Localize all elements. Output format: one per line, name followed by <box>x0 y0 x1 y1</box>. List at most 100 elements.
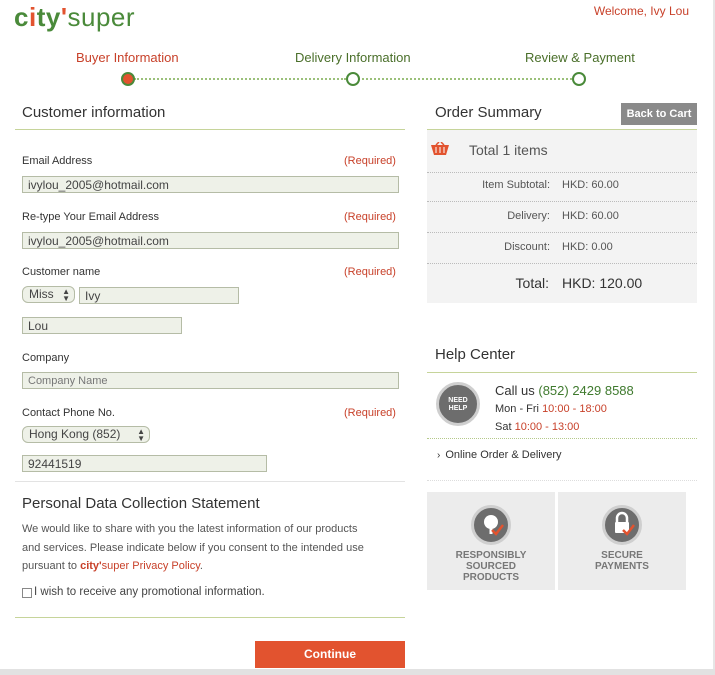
phone-country-select[interactable]: Hong Kong (852) ▲ ▼ <box>22 426 150 443</box>
total-items-suffix: items <box>510 142 548 158</box>
phone-number-field[interactable]: 92441519 <box>22 455 267 472</box>
dotted-divider <box>427 480 697 481</box>
contact-phone-label: Contact Phone No. <box>22 407 115 419</box>
dotted-divider <box>427 438 697 439</box>
customer-name-label: Customer name <box>22 266 101 278</box>
need-help-icon: NEED HELP <box>436 382 480 426</box>
company-field[interactable]: Company Name <box>22 372 399 389</box>
saturday-label: Sat <box>495 421 515 433</box>
salutation-select[interactable]: Miss ▲ ▼ <box>22 286 75 303</box>
dotted-divider <box>427 232 697 233</box>
logo-ty: ty <box>36 2 61 32</box>
salutation-value: Miss <box>29 287 54 301</box>
company-label: Company <box>22 352 70 364</box>
need-help-line: HELP <box>448 405 468 412</box>
feature-responsibly-sourced[interactable]: RESPONSIBLY SOURCED PRODUCTS <box>427 492 555 590</box>
saturday-hours-value: 10:00 - 13:00 <box>514 421 580 433</box>
logo-i: i <box>28 2 37 32</box>
first-name-field[interactable]: Ivy <box>79 287 239 304</box>
dotted-divider <box>427 172 697 173</box>
step-dot-current <box>121 72 135 86</box>
required-marker: (Required) <box>344 155 396 167</box>
feature-caption-line: PRODUCTS <box>462 572 520 583</box>
divider <box>427 372 697 373</box>
weekday-hours: Mon - Fri 10:00 - 18:00 <box>495 403 607 415</box>
saturday-hours: Sat 10:00 - 13:00 <box>495 421 579 433</box>
step-dot <box>346 72 360 86</box>
pdc-line-end: . <box>199 560 203 572</box>
weekday-label: Mon - Fri <box>495 403 543 415</box>
bottom-bar <box>0 669 715 675</box>
call-us-number[interactable]: (852) 2429 8588 <box>538 383 633 398</box>
email-field[interactable]: ivylou_2005@hotmail.com <box>22 176 399 193</box>
item-subtotal-label: Item Subtotal: <box>482 179 550 191</box>
basket-icon <box>431 142 449 155</box>
promo-checkbox-label[interactable]: I wish to receive any promotional inform… <box>34 586 265 598</box>
need-help-badge: NEED HELP <box>439 385 477 423</box>
phone-country-value: Hong Kong (852) <box>29 427 121 441</box>
privacy-policy-text[interactable]: Privacy Policy <box>129 560 200 572</box>
continue-button[interactable]: Continue <box>255 641 405 668</box>
feature-caption-line: SOURCED <box>465 561 516 572</box>
divider <box>15 129 405 130</box>
pdc-line-prefix: pursuant to <box>22 560 81 572</box>
brand-city: city' <box>80 560 102 572</box>
feature-secure-payments[interactable]: SECURE PAYMENTS <box>558 492 686 590</box>
required-marker: (Required) <box>344 266 396 278</box>
online-order-delivery-link[interactable]: › Online Order & Delivery <box>437 449 562 461</box>
required-marker: (Required) <box>344 211 396 223</box>
pdc-line: and services. Please indicate below if y… <box>22 541 364 554</box>
call-us: Call us (852) 2429 8588 <box>495 383 634 398</box>
step-delivery-information: Delivery Information <box>295 50 411 65</box>
weekday-hours-value: 10:00 - 18:00 <box>542 403 607 415</box>
email-label: Email Address <box>22 155 93 167</box>
step-dot <box>572 72 586 86</box>
pdc-statement: We would like to share with you the late… <box>22 520 392 576</box>
back-to-cart-button[interactable]: Back to Cart <box>621 103 697 125</box>
lock-icon <box>602 505 642 545</box>
logo-super: super <box>67 2 136 32</box>
pdc-line: We would like to share with you the late… <box>22 523 358 535</box>
required-marker: (Required) <box>344 407 396 419</box>
step-connector <box>134 78 346 80</box>
promo-checkbox[interactable] <box>22 588 32 598</box>
tree-icon <box>471 505 511 545</box>
customer-info-title: Customer information <box>22 104 166 121</box>
divider <box>15 481 405 482</box>
privacy-policy-link[interactable]: city'super <box>80 560 129 572</box>
select-arrows-icon: ▲ ▼ <box>137 427 145 443</box>
step-buyer-information: Buyer Information <box>76 50 179 65</box>
brand-super: super <box>101 560 130 572</box>
dotted-divider <box>427 201 697 202</box>
retype-email-field[interactable]: ivylou_2005@hotmail.com <box>22 232 399 249</box>
help-center-title: Help Center <box>435 346 516 363</box>
logo-apostrophe: ' <box>60 2 68 32</box>
retype-email-label: Re-type Your Email Address <box>22 211 159 223</box>
call-us-label: Call us <box>495 383 539 398</box>
select-arrows-icon: ▲ ▼ <box>62 287 70 303</box>
discount-value: HKD: 0.00 <box>562 241 613 253</box>
order-summary-title: Order Summary <box>435 104 542 121</box>
logo-c: c <box>14 2 29 32</box>
dotted-divider <box>427 263 697 264</box>
feature-caption-line: RESPONSIBLY <box>455 550 527 561</box>
feature-caption: RESPONSIBLY SOURCED PRODUCTS <box>427 550 555 583</box>
step-review-payment: Review & Payment <box>525 50 635 65</box>
logo[interactable]: city'super <box>14 2 135 33</box>
pdc-line: pursuant to city'super Privacy Policy. <box>22 557 392 576</box>
delivery-value: HKD: 60.00 <box>562 210 619 222</box>
online-order-delivery-label: Online Order & Delivery <box>445 449 562 461</box>
pdc-title: Personal Data Collection Statement <box>22 495 260 512</box>
step-connector <box>358 78 572 80</box>
total-items: Total 1 items <box>469 142 548 158</box>
discount-label: Discount: <box>504 241 550 253</box>
total-items-prefix: Total <box>469 142 503 158</box>
need-help-line: NEED <box>448 397 468 404</box>
grand-total-value: HKD: 120.00 <box>562 275 643 291</box>
feature-caption-line: SECURE <box>601 550 643 561</box>
welcome-text[interactable]: Welcome, Ivy Lou <box>594 4 689 18</box>
feature-caption-line: PAYMENTS <box>595 561 649 572</box>
chevron-right-icon: › <box>437 450 441 461</box>
last-name-field[interactable]: Lou <box>22 317 182 334</box>
delivery-label: Delivery: <box>507 210 550 222</box>
